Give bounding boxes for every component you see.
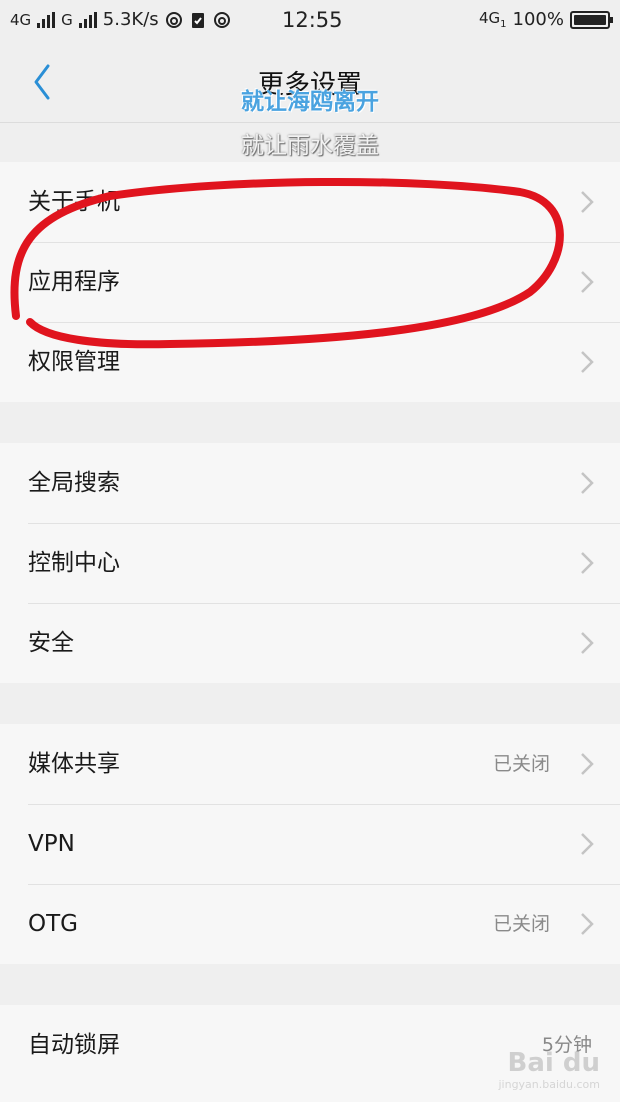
setting-permissions[interactable]: 权限管理 <box>0 322 620 402</box>
watermark-logo: Bai du <box>507 1048 600 1078</box>
baidu-watermark: Bai du jingyan.baidu.com <box>498 1050 600 1090</box>
chevron-right-icon <box>581 472 594 494</box>
overlay-caption-1: 就让海鸥离开 <box>241 89 379 115</box>
status-bar: 4G G 5.3K/s 12:55 4G1 100% <box>0 0 620 42</box>
chevron-right-icon <box>581 833 594 855</box>
setting-label: 安全 <box>28 630 74 656</box>
signal-icon-2 <box>78 11 97 28</box>
setting-global-search[interactable]: 全局搜索 <box>0 443 620 523</box>
clipboard-icon <box>191 12 204 28</box>
watermark-url: jingyan.baidu.com <box>498 1078 600 1091</box>
setting-label: 全局搜索 <box>28 470 120 496</box>
setting-label: 应用程序 <box>28 269 120 295</box>
chevron-right-icon <box>581 753 594 775</box>
setting-label: 自动锁屏 <box>28 1032 120 1058</box>
clock: 12:55 <box>282 8 343 32</box>
setting-value: 已关闭 <box>492 913 550 935</box>
chevron-right-icon <box>581 632 594 654</box>
overlay-caption-2: 就让雨水覆盖 <box>241 133 379 159</box>
network-type-1: 4G <box>10 10 32 29</box>
setting-label: 权限管理 <box>28 349 120 375</box>
chevron-right-icon <box>581 552 594 574</box>
chevron-right-icon <box>581 271 594 293</box>
setting-media-sharing[interactable]: 媒体共享 已关闭 <box>0 724 620 804</box>
setting-label: 媒体共享 <box>28 751 120 777</box>
battery-icon <box>570 10 613 29</box>
music-app-icon-2 <box>213 11 230 28</box>
battery-percent: 100% <box>512 9 564 30</box>
setting-otg[interactable]: OTG 已关闭 <box>0 884 620 964</box>
setting-about-phone[interactable]: 关于手机 <box>0 162 620 242</box>
setting-label: OTG <box>28 911 78 937</box>
settings-section-1: 关于手机 应用程序 权限管理 <box>0 162 620 402</box>
chevron-right-icon <box>581 913 594 935</box>
setting-label: 关于手机 <box>28 189 120 215</box>
chevron-right-icon <box>581 191 594 213</box>
network-speed: 5.3K/s <box>102 9 159 30</box>
music-app-icon <box>165 11 182 28</box>
signal-icon <box>37 11 56 28</box>
setting-vpn[interactable]: VPN <box>0 804 620 884</box>
settings-section-2: 全局搜索 控制中心 安全 <box>0 443 620 683</box>
chevron-right-icon <box>581 351 594 373</box>
setting-control-center[interactable]: 控制中心 <box>0 523 620 603</box>
network-type-2: G <box>61 10 73 29</box>
settings-section-3: 媒体共享 已关闭 VPN OTG 已关闭 <box>0 724 620 964</box>
setting-label: VPN <box>28 831 75 857</box>
setting-value: 已关闭 <box>492 753 550 775</box>
setting-label: 控制中心 <box>28 550 120 576</box>
setting-applications[interactable]: 应用程序 <box>0 242 620 322</box>
setting-security[interactable]: 安全 <box>0 603 620 683</box>
network-type-right: 4G1 <box>478 9 507 30</box>
